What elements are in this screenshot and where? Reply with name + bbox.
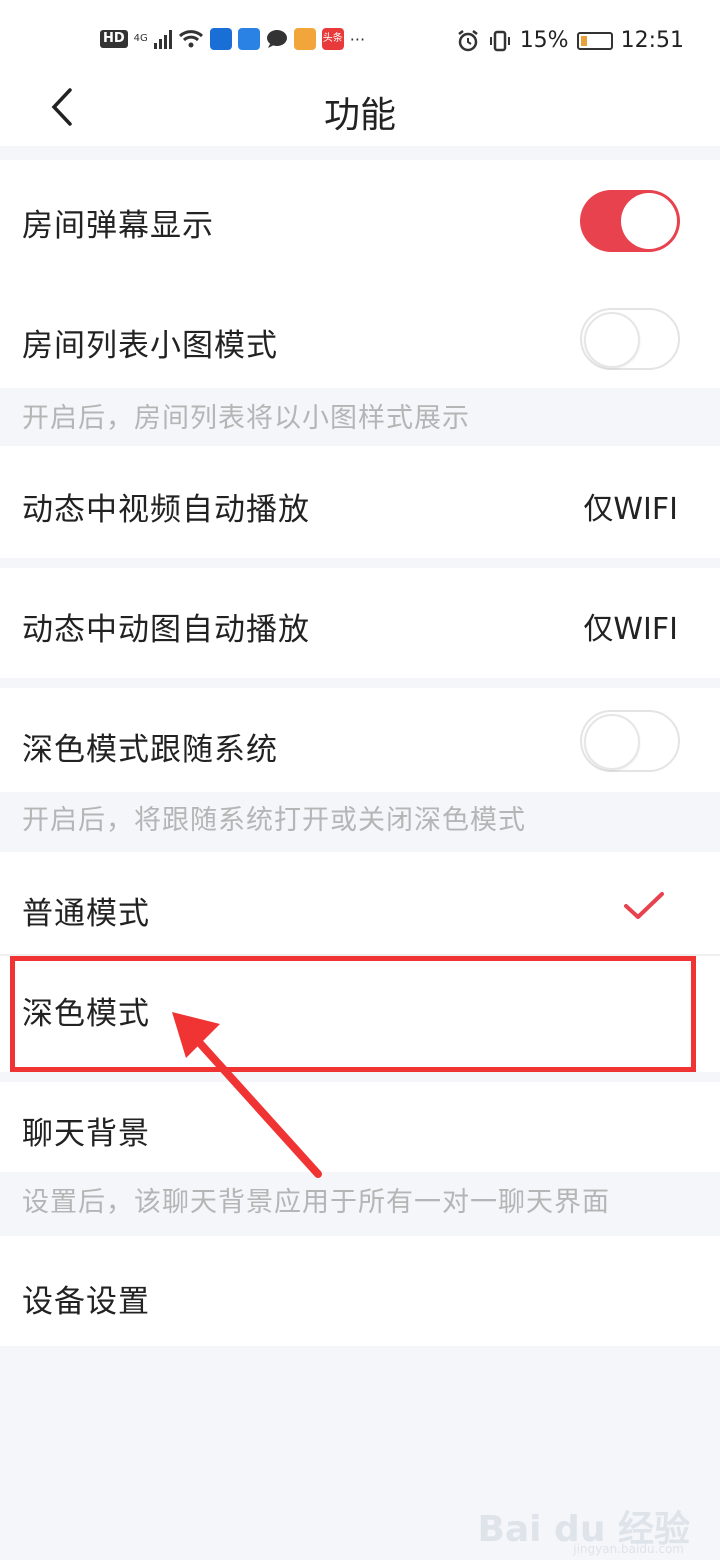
signal-icon (153, 29, 172, 49)
setting-label: 房间列表小图模式 (22, 328, 278, 364)
checkmark-icon (624, 892, 664, 919)
setting-label: 房间弹幕显示 (22, 208, 214, 244)
tiger-app-icon (293, 28, 316, 50)
clock: 12:51 (620, 28, 684, 53)
hint-small-image: 开启后，房间列表将以小图样式展示 (0, 388, 720, 446)
hint-text: 开启后，房间列表将以小图样式展示 (22, 403, 470, 434)
danmaku-toggle[interactable] (580, 190, 680, 252)
baidu-watermark-url: jingyan.baidu.com (573, 1542, 684, 1556)
divider (0, 678, 720, 688)
setting-label: 普通模式 (22, 896, 150, 932)
shield-app-icon (209, 28, 232, 50)
status-left-icons: HD 4G 头条 ··· (100, 28, 365, 50)
toggle-knob (584, 312, 640, 368)
option-normal-mode[interactable]: 普通模式 (0, 852, 720, 956)
option-dark-mode[interactable]: 深色模式 (0, 956, 720, 1072)
vibrate-icon (489, 30, 510, 51)
setting-small-image-mode[interactable]: 房间列表小图模式 (0, 282, 720, 388)
dark-follow-toggle[interactable] (580, 710, 680, 772)
alarm-icon (457, 29, 478, 51)
battery-icon (576, 31, 613, 50)
wifi-icon (178, 30, 203, 48)
hint-text: 设置后，该聊天背景应用于所有一对一聊天界面 (22, 1187, 610, 1218)
setting-dark-follow-system[interactable]: 深色模式跟随系统 (0, 688, 720, 792)
battery-percent: 15% (519, 28, 569, 53)
setting-label: 聊天背景 (22, 1116, 150, 1152)
divider (0, 1072, 720, 1082)
status-bar: HD 4G 头条 ··· 15% 12:51 (0, 0, 720, 80)
cloud-app-icon (237, 28, 260, 50)
toutiao-app-icon: 头条 (321, 28, 344, 50)
divider (0, 558, 720, 568)
setting-value: 仅WIFI (583, 492, 678, 527)
chat-bubble-icon (266, 30, 287, 48)
hint-chat-background: 设置后，该聊天背景应用于所有一对一聊天界面 (0, 1172, 720, 1236)
more-notifications-icon: ··· (349, 29, 366, 49)
setting-chat-background[interactable]: 聊天背景 (0, 1082, 720, 1172)
small-image-toggle[interactable] (580, 308, 680, 370)
setting-device[interactable]: 设备设置 (0, 1236, 720, 1346)
setting-label: 设备设置 (22, 1284, 150, 1320)
hint-text: 开启后，将跟随系统打开或关闭深色模式 (22, 805, 526, 836)
setting-gif-autoplay[interactable]: 动态中动图自动播放 仅WIFI (0, 568, 720, 678)
setting-value: 仅WIFI (583, 612, 678, 647)
nav-bar: 功能 (0, 80, 720, 146)
hd-badge: HD (100, 30, 128, 48)
setting-label: 深色模式 (22, 996, 150, 1032)
setting-video-autoplay[interactable]: 动态中视频自动播放 仅WIFI (0, 446, 720, 558)
setting-label: 动态中视频自动播放 (22, 492, 310, 528)
setting-label: 动态中动图自动播放 (22, 612, 310, 648)
toggle-knob (621, 193, 677, 249)
network-type: 4G (133, 33, 148, 44)
setting-room-danmaku[interactable]: 房间弹幕显示 (0, 160, 720, 282)
toggle-knob (584, 714, 640, 770)
hint-dark-follow: 开启后，将跟随系统打开或关闭深色模式 (0, 792, 720, 852)
setting-label: 深色模式跟随系统 (22, 732, 278, 768)
status-right-icons: 15% 12:51 (456, 28, 684, 53)
page-title: 功能 (323, 95, 396, 136)
